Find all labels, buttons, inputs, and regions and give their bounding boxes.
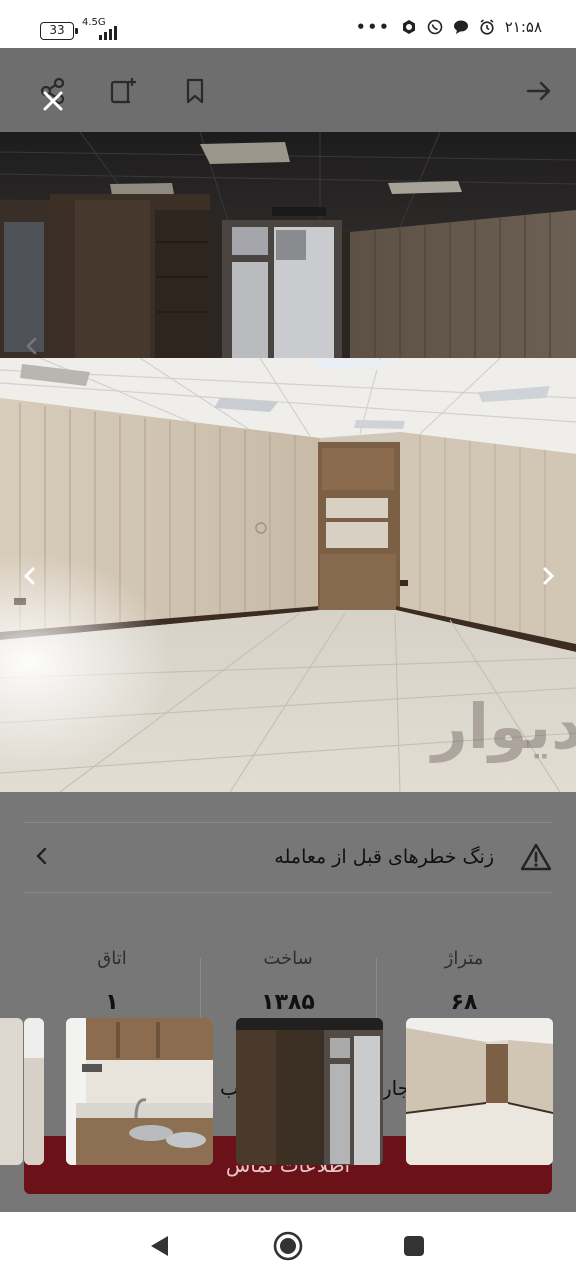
chevron-left-icon [36,847,47,865]
screen: 33 4.5G ••• ۲۱:۵۸ دیوار زنگ خطرهای قبل ا… [0,0,576,1280]
thumbnail[interactable] [0,1018,23,1165]
clock: ۲۱:۵۸ [504,18,542,36]
watermark-logo: دیوار [432,690,576,763]
bookmark-icon[interactable] [180,76,210,106]
risk-warning-label: زنگ خطرهای قبل از معامله [274,846,494,868]
stat-area-value: ۶۸ [450,990,478,1015]
close-icon[interactable] [40,88,66,114]
battery-indicator: 33 [40,22,78,40]
stat-rooms-value: ۱ [105,990,119,1015]
warning-icon [520,843,552,871]
home-icon[interactable] [272,1230,304,1262]
divider [24,892,552,893]
vpn-icon [402,20,415,34]
stat-rooms-label: اتاق [97,948,127,969]
status-bar: 33 4.5G ••• ۲۱:۵۸ [0,0,576,48]
divider [376,958,377,1018]
thumbnail[interactable] [24,1018,44,1165]
listing-photo[interactable] [0,132,576,358]
add-note-icon[interactable] [108,76,138,106]
arrow-right-icon[interactable] [524,76,554,106]
chevron-left-icon[interactable] [18,332,46,360]
chevron-left-icon[interactable] [16,562,44,590]
thumbnail[interactable] [236,1018,383,1165]
more-notifications-icon: ••• [355,18,391,36]
stat-built-label: ساخت [263,948,313,969]
chevron-right-icon[interactable] [534,562,562,590]
toolbar [0,48,576,132]
divider [200,958,201,1018]
stat-built-value: ۱۳۸۵ [261,990,315,1015]
alarm-icon [480,19,494,35]
stat-area-label: متراژ [444,948,484,969]
system-navigation-bar [0,1212,576,1280]
recents-icon[interactable] [402,1234,426,1258]
whatsapp-icon [427,19,443,35]
risk-warning-row[interactable]: زنگ خطرهای قبل از معامله [24,822,552,892]
thumbnail-selected[interactable] [406,1018,553,1165]
signal-icon [95,24,121,40]
thumbnail[interactable] [66,1018,213,1165]
chat-icon [453,20,468,34]
back-icon[interactable] [148,1234,172,1258]
